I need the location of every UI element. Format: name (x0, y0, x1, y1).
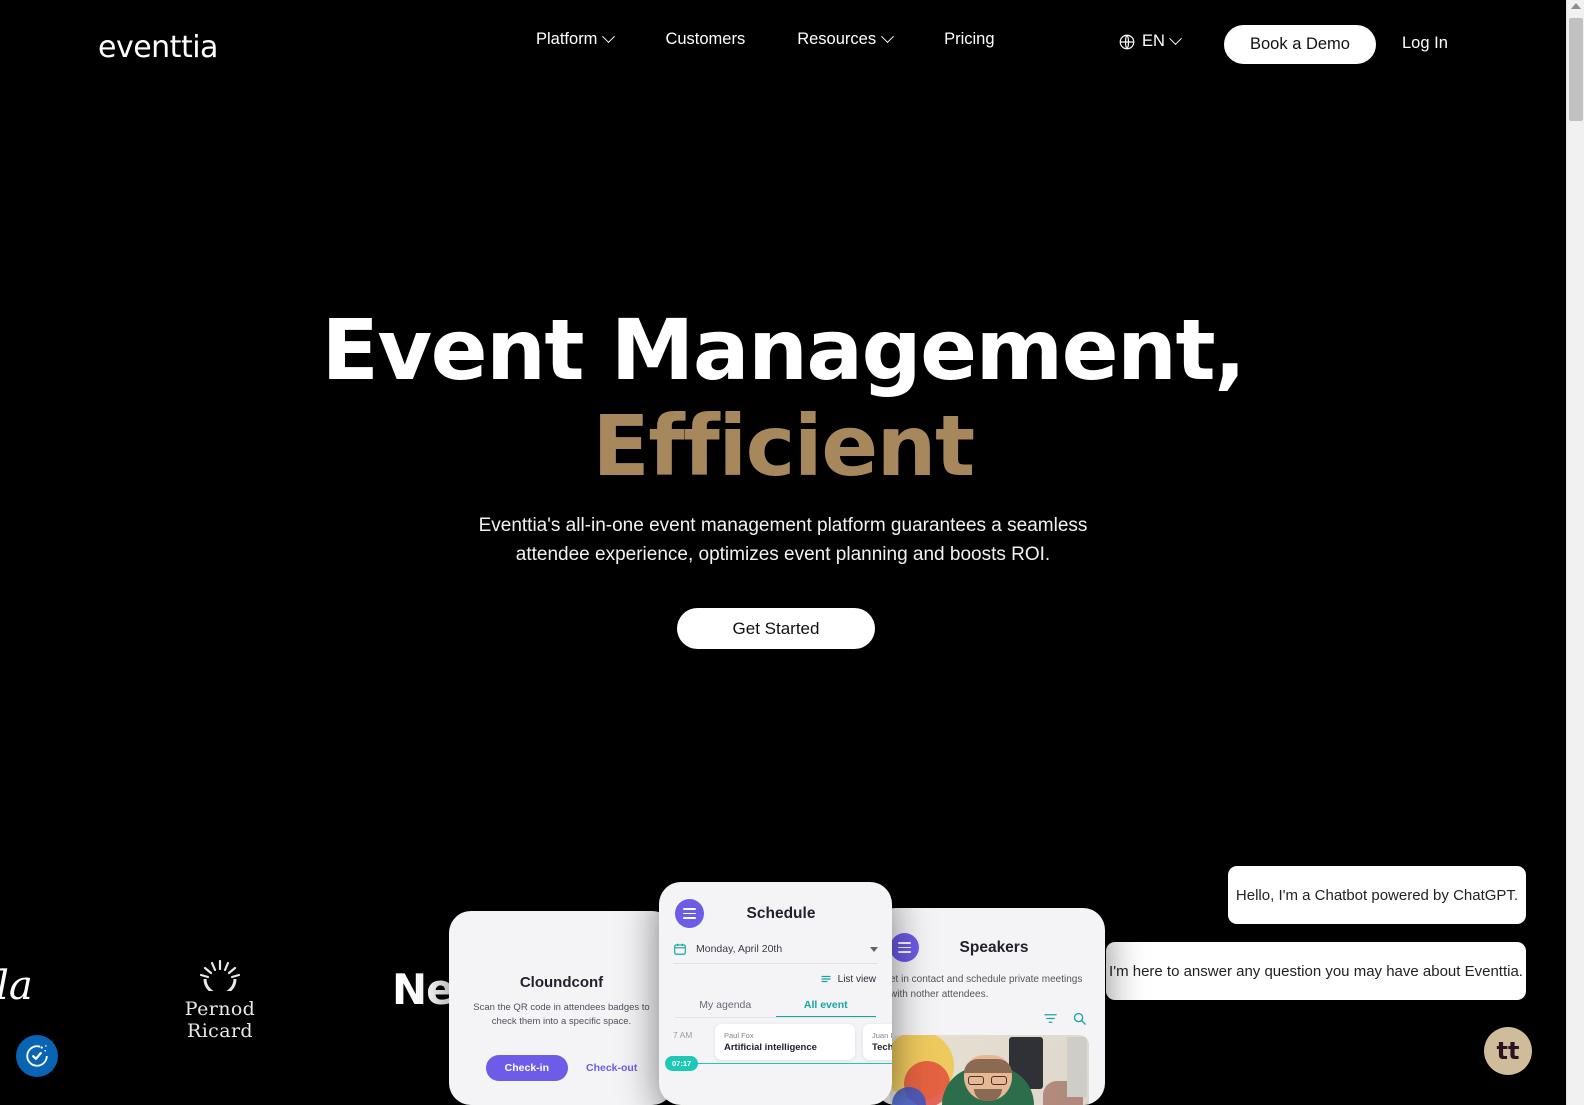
partner-logo-label: Pernod Ricard (184, 998, 256, 1042)
nav-item-customers[interactable]: Customers (665, 30, 745, 49)
partner-logo-pernod-ricard: Pernod Ricard (150, 959, 290, 1042)
speakers-card-toolbar (892, 1011, 1087, 1026)
schedule-view-toggle[interactable]: List view (675, 973, 876, 985)
nav-item-label: Customers (665, 30, 746, 48)
book-demo-button[interactable]: Book a Demo (1224, 25, 1376, 64)
session-title: Techn (872, 1042, 892, 1053)
list-view-icon (821, 975, 831, 983)
nav-item-platform[interactable]: Platform (536, 30, 616, 49)
main-navigation: Platform Customers Resources Pricing (536, 30, 995, 49)
site-logo[interactable]: eventtia (98, 30, 218, 65)
schedule-session-item[interactable]: Juan D Techn (863, 1024, 892, 1060)
search-icon[interactable] (1072, 1011, 1087, 1026)
scroll-up-arrow-icon[interactable] (1571, 3, 1581, 9)
calendar-icon (674, 943, 686, 955)
speaker-photo (890, 1035, 1089, 1105)
product-card-checkin: Cloundconf Scan the QR code in attendees… (449, 911, 674, 1105)
checkin-card-description: Scan the QR code in attendees badges to … (473, 1002, 650, 1027)
checkin-card-actions: Check-in Check-out (449, 1054, 674, 1081)
schedule-view-label: List view (837, 973, 876, 985)
session-speaker: Paul Fox (724, 1031, 754, 1040)
schedule-tabs: My agenda All event (675, 999, 876, 1018)
tab-my-agenda[interactable]: My agenda (675, 999, 776, 1018)
check-out-link[interactable]: Check-out (586, 1062, 637, 1074)
schedule-card-header: Schedule (659, 882, 892, 928)
schedule-timeline: 7 AM 07:17 Paul Fox Artificial intellige… (659, 1024, 892, 1071)
sunburst-icon (199, 959, 241, 996)
nav-item-label: Resources (797, 30, 877, 48)
schedule-date-value: Monday, April 20th (696, 943, 783, 955)
hamburger-menu-icon[interactable] (890, 933, 919, 962)
product-card-speakers: Speakers et in contact and schedule priv… (874, 908, 1105, 1105)
scrollbar-thumb[interactable] (1569, 18, 1583, 121)
chatbot-message: I'm here to answer any question you may … (1106, 942, 1526, 1000)
chatbot-launcher-button[interactable]: tt (1484, 1027, 1532, 1075)
language-selector[interactable]: EN (1118, 32, 1182, 51)
filter-icon[interactable] (1043, 1011, 1058, 1026)
speakers-card-title: Speakers (959, 938, 1029, 956)
speakers-card-description: et in contact and schedule private meeti… (890, 974, 1083, 1000)
accessibility-icon (26, 1045, 48, 1067)
get-started-button[interactable]: Get Started (677, 608, 875, 649)
schedule-card-title: Schedule (746, 904, 816, 922)
chevron-down-icon (1169, 32, 1182, 46)
hamburger-menu-icon[interactable] (675, 899, 704, 928)
check-in-button[interactable]: Check-in (485, 1054, 568, 1081)
login-link[interactable]: Log In (1402, 34, 1448, 53)
language-code: EN (1142, 32, 1165, 50)
page-viewport: eventtia Platform Customers Resources Pr… (0, 0, 1566, 1105)
hero-title-line1: Event Management, (321, 301, 1246, 399)
product-card-schedule: Schedule Monday, April 20th List view My… (659, 882, 892, 1105)
checkin-card-title: Cloundconf (519, 974, 604, 991)
nav-item-resources[interactable]: Resources (797, 30, 894, 49)
chevron-down-icon (881, 30, 894, 44)
session-speaker: Juan D (872, 1031, 892, 1040)
chevron-down-icon (602, 30, 616, 44)
partner-logo-coca-cola: ola (0, 963, 33, 1009)
nav-item-pricing[interactable]: Pricing (944, 30, 994, 49)
nav-item-label: Pricing (944, 30, 995, 48)
site-header: eventtia Platform Customers Resources Pr… (0, 0, 1566, 90)
hero-subtitle: Eventtia's all-in-one event management p… (478, 515, 1088, 565)
scrollbar[interactable] (1566, 0, 1584, 1105)
speakers-card-header: Speakers (874, 908, 1105, 962)
current-time-line (697, 1063, 892, 1064)
schedule-session-list: Paul Fox Artificial intelligence Juan D … (715, 1024, 892, 1060)
current-time-badge: 07:17 (665, 1056, 699, 1071)
nav-item-label: Platform (536, 30, 598, 48)
hero-title-line2: Efficient (592, 396, 975, 495)
accessibility-widget-button[interactable] (16, 1035, 58, 1077)
globe-icon (1119, 34, 1135, 49)
schedule-date-picker[interactable]: Monday, April 20th (673, 942, 878, 964)
session-title: Artificial intelligence (724, 1042, 817, 1053)
page-title: Event Management, Efficient (0, 301, 1566, 495)
tab-all-event[interactable]: All event (776, 999, 877, 1018)
chatbot-message: Hello, I'm a Chatbot powered by ChatGPT. (1228, 866, 1526, 924)
chevron-down-icon (870, 946, 878, 952)
schedule-session-item[interactable]: Paul Fox Artificial intelligence (715, 1024, 855, 1060)
